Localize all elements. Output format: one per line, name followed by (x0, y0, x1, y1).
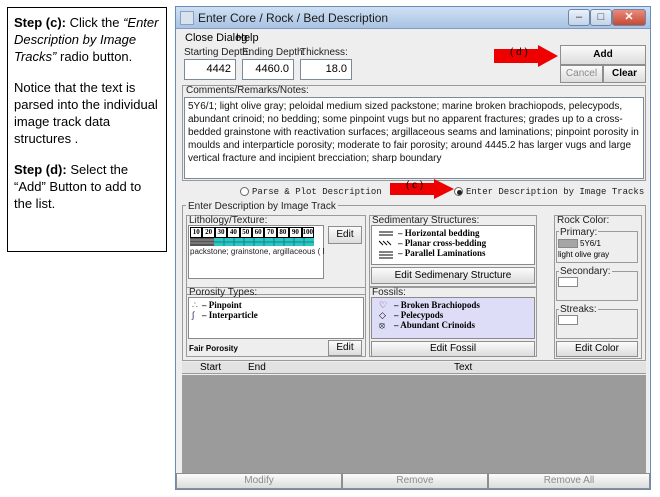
parse-plot-label[interactable]: Parse & Plot Description (252, 187, 382, 197)
close-icon[interactable]: ✕ (612, 9, 646, 26)
ending-depth-label: Ending Depth: (242, 47, 306, 58)
lithology-edit-button[interactable]: Edit (328, 226, 362, 244)
col-end[interactable]: End (248, 362, 266, 373)
lithology-pattern (190, 238, 314, 246)
remove-all-button[interactable]: Remove All (488, 473, 650, 489)
streaks-label: Streaks: (559, 304, 598, 315)
fossil-item: – Broken Brachiopods (394, 300, 480, 310)
porosity-summary: Fair Porosity (189, 344, 238, 353)
window-title: Enter Core / Rock / Bed Description (198, 11, 389, 25)
sed-item: – Planar cross-bedding (398, 238, 487, 248)
primary-swatch (558, 239, 578, 248)
parse-plot-radio[interactable] (240, 187, 249, 196)
thickness-field[interactable]: 18.0 (300, 59, 352, 80)
scale-tick: 20 (202, 227, 215, 238)
fossil-item: – Pelecypods (394, 310, 444, 320)
edit-color-button[interactable]: Edit Color (556, 341, 638, 357)
add-button[interactable]: Add (560, 45, 646, 65)
sed-item: – Parallel Laminations (398, 248, 486, 258)
minimize-icon[interactable]: – (568, 9, 590, 26)
callout-d-label: ( d ) (510, 47, 528, 58)
comments-label: Comments/Remarks/Notes: (186, 85, 309, 96)
description-table[interactable] (182, 375, 646, 473)
comments-textarea[interactable]: 5Y6/1; light olive gray; peloidal medium… (184, 97, 644, 179)
edit-fossil-button[interactable]: Edit Fossil (371, 341, 535, 357)
edit-sedimentary-button[interactable]: Edit Sedimenary Structure (371, 267, 535, 284)
primary-label: Primary: (559, 227, 599, 238)
secondary-label: Secondary: (559, 266, 612, 277)
maximize-icon[interactable]: □ (590, 9, 612, 26)
secondary-swatch (558, 277, 578, 287)
image-tracks-radio[interactable] (454, 187, 463, 196)
porosity-edit-button[interactable]: Edit (328, 340, 362, 356)
thickness-label: Thickness: (300, 47, 348, 58)
notice-text: Notice that the text is parsed into the … (14, 80, 158, 146)
primary-code: 5Y6/1 (580, 239, 601, 248)
lithology-scale: 10 20 30 40 50 60 70 80 90 100 (190, 227, 315, 238)
ending-depth-field[interactable]: 4460.0 (242, 59, 294, 80)
scale-tick: 60 (251, 227, 265, 238)
table-header: Start End Text (182, 362, 646, 374)
title-bar: Enter Core / Rock / Bed Description – □ … (176, 7, 650, 29)
scale-tick: 70 (264, 227, 277, 238)
menu-help[interactable]: Help (236, 32, 259, 44)
clear-button[interactable]: Clear (603, 65, 646, 83)
callout-c-label: ( c ) (406, 180, 424, 191)
porosity-item: – Interparticle (202, 310, 258, 320)
fossil-item: – Abundant Crinoids (394, 320, 476, 330)
streaks-swatch (558, 315, 578, 325)
lithology-text: packstone; grainstone, argillaceous ( En… (190, 247, 324, 256)
app-icon (180, 11, 194, 25)
image-track-label: Enter Description by Image Track (186, 201, 338, 212)
dialog-window: Enter Core / Rock / Bed Description – □ … (175, 6, 651, 490)
modify-button[interactable]: Modify (176, 473, 342, 489)
step-c-text: Step (c): Click the “Enter Description b… (14, 15, 159, 64)
scale-tick: 30 (214, 227, 228, 238)
scale-tick: 40 (227, 227, 240, 238)
remove-button[interactable]: Remove (342, 473, 488, 489)
cancel-button[interactable]: Cancel (560, 65, 603, 83)
crinoid-icon: ⦻ (379, 320, 385, 330)
starting-depth-field[interactable]: 4442 (184, 59, 236, 80)
primary-name: light olive gray (558, 250, 610, 259)
scale-tick: 100 (301, 227, 315, 238)
step-d-text: Step (d): Select the “Add” Button to add… (14, 162, 142, 211)
col-start[interactable]: Start (200, 362, 221, 373)
instruction-panel: Step (c): Click the “Enter Description b… (7, 7, 167, 252)
scale-tick: 50 (239, 227, 252, 238)
sed-item: – Horizontal bedding (398, 228, 480, 238)
col-text[interactable]: Text (454, 362, 472, 373)
scale-tick: 10 (190, 227, 203, 238)
porosity-item: – Pinpoint (202, 300, 242, 310)
scale-tick: 90 (289, 227, 302, 238)
image-tracks-label[interactable]: Enter Description by Image Tracks (466, 187, 644, 197)
interparticle-icon: ∫ (192, 310, 195, 320)
sedimentary-symbols (379, 231, 393, 259)
starting-depth-label: Starting Depth: (184, 47, 251, 58)
rock-color-title: Rock Color: (557, 215, 610, 226)
scale-tick: 80 (276, 227, 290, 238)
